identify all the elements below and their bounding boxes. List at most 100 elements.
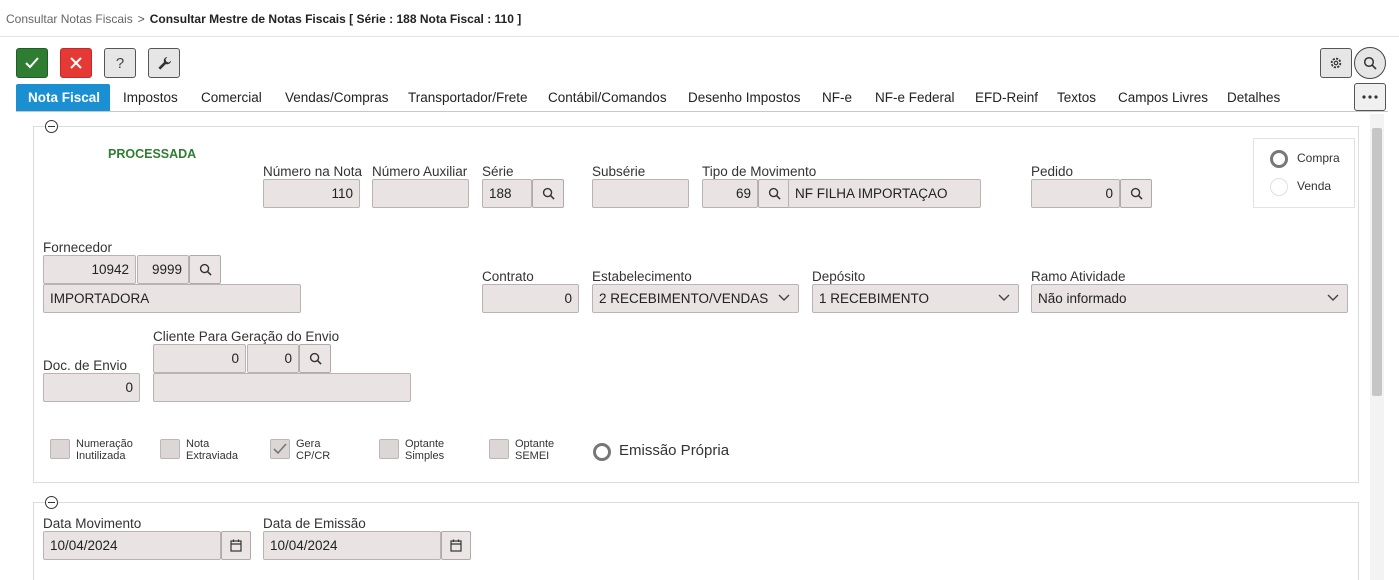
fornecedor-name-field[interactable]: IMPORTADORA [43,284,301,313]
help-icon: ? [115,54,125,72]
cliente-envio-search-button[interactable] [299,344,331,373]
ramo-atividade-select[interactable]: Não informado [1031,284,1348,313]
tab-nfe-federal[interactable]: NF-e Federal [875,84,955,111]
venda-radio[interactable] [1270,178,1288,196]
breadcrumb-parent-link[interactable]: Consultar Notas Fiscais [6,12,133,26]
pedido-label: Pedido [1031,164,1074,179]
serie-field[interactable]: 188 [482,179,532,208]
cliente-envio-code-field[interactable]: 0 [153,344,246,373]
subserie-field[interactable] [592,179,689,208]
serie-label: Série [482,164,514,179]
pedido-field[interactable]: 0 [1031,179,1120,208]
tools-button[interactable] [148,48,180,78]
status-badge: PROCESSADA [108,147,197,161]
tab-campos-livres[interactable]: Campos Livres [1118,84,1208,111]
cliente-envio-name-field[interactable] [153,373,411,402]
tabs-divider [16,111,1388,112]
more-tabs-button[interactable] [1354,83,1386,111]
search-icon [309,352,322,365]
optante-simples-checkbox[interactable] [379,439,399,459]
tab-vendas-compras[interactable]: Vendas/Compras [285,84,389,111]
emissao-propria-label: Emissão Própria [619,442,730,459]
calendar-icon [450,539,462,552]
cancel-button[interactable] [60,48,92,78]
tab-desenho-impostos[interactable]: Desenho Impostos [688,84,801,111]
deposito-select[interactable]: 1 RECEBIMENTO [812,284,1019,313]
pedido-search-button[interactable] [1120,179,1152,208]
search-button[interactable] [1354,47,1386,79]
fornecedor-label: Fornecedor [43,240,113,255]
gear-icon [1330,57,1342,69]
gera-cpcr-label: Gera CP/CR [296,438,331,462]
cliente-envio-subcode-field[interactable]: 0 [247,344,299,373]
tipo-movimento-label: Tipo de Movimento [702,164,817,179]
numero-auxiliar-field[interactable] [372,179,469,208]
check-icon [25,57,39,69]
data-emissao-field[interactable]: 10/04/2024 [263,531,441,560]
confirm-button[interactable] [16,48,48,78]
more-options-icon [1362,95,1378,99]
page-title: Consultar Mestre de Notas Fiscais [ Séri… [149,12,522,26]
breadcrumb-separator: > [137,12,145,26]
tab-transportador-frete[interactable]: Transportador/Frete [408,84,528,111]
help-button[interactable]: ? [104,48,136,78]
data-movimento-calendar-button[interactable] [221,531,251,560]
tipo-movimento-description-field[interactable]: NF FILHA IMPORTAÇAO [788,179,981,208]
data-emissao-label: Data de Emissão [263,516,366,531]
compra-label: Compra [1297,151,1340,165]
optante-simples-label: Optante Simples [405,438,445,462]
ramo-atividade-value: Não informado [1038,291,1127,306]
chevron-down-icon [778,294,790,301]
settings-button[interactable] [1320,48,1352,78]
data-movimento-field[interactable]: 10/04/2024 [43,531,221,560]
search-icon [199,263,212,276]
numeracao-inutilizada-checkbox[interactable] [50,439,70,459]
collapse-panel-icon[interactable] [45,496,58,509]
numero-nota-field[interactable]: 110 [263,179,360,208]
estabelecimento-label: Estabelecimento [592,269,692,284]
compra-radio[interactable] [1270,150,1288,168]
data-movimento-label: Data Movimento [43,516,142,531]
chevron-down-icon [998,294,1010,301]
data-emissao-calendar-button[interactable] [441,531,471,560]
numero-nota-label: Número na Nota [263,164,363,179]
wrench-icon [157,56,171,70]
optante-semei-checkbox[interactable] [489,439,509,459]
chevron-down-icon [1327,294,1339,301]
tipo-movimento-code-field[interactable]: 69 [702,179,758,208]
scrollbar-thumb[interactable] [1372,128,1382,396]
search-icon [542,187,555,200]
cliente-envio-label: Cliente Para Geração do Envio [153,329,340,344]
search-icon [1130,187,1143,200]
tab-nfe[interactable]: NF-e [822,84,852,111]
tab-comercial[interactable]: Comercial [201,84,262,111]
numeracao-inutilizada-label: Numeração Inutilizada [76,438,133,462]
serie-search-button[interactable] [532,179,564,208]
tab-efd-reinf[interactable]: EFD-Reinf [975,84,1038,111]
fornecedor-subcode-field[interactable]: 9999 [137,255,189,284]
fornecedor-code-field[interactable]: 10942 [43,255,136,284]
nota-extraviada-checkbox[interactable] [160,439,180,459]
estabelecimento-select[interactable]: 2 RECEBIMENTO/VENDAS [592,284,799,313]
tab-detalhes[interactable]: Detalhes [1227,84,1280,111]
fornecedor-search-button[interactable] [189,255,221,284]
contrato-field[interactable]: 0 [482,284,579,313]
tipo-movimento-search-button[interactable] [758,179,790,208]
header-divider [0,36,1399,37]
doc-envio-field[interactable]: 0 [43,373,140,402]
tab-contabil-comandos[interactable]: Contábil/Comandos [548,84,667,111]
subserie-label: Subsérie [592,164,646,179]
deposito-value: 1 RECEBIMENTO [819,291,930,306]
gera-cpcr-checkbox[interactable] [270,439,290,459]
tab-impostos[interactable]: Impostos [123,84,178,111]
collapse-panel-icon[interactable] [45,120,58,133]
close-icon [70,57,82,69]
doc-envio-label: Doc. de Envio [43,358,128,373]
emissao-propria-radio[interactable] [593,443,611,461]
tab-textos[interactable]: Textos [1057,84,1096,111]
numero-auxiliar-label: Número Auxiliar [372,164,468,179]
deposito-label: Depósito [812,269,866,284]
nota-extraviada-label: Nota Extraviada [186,438,238,462]
search-icon [768,187,781,200]
tab-nota-fiscal[interactable]: Nota Fiscal [16,84,110,111]
